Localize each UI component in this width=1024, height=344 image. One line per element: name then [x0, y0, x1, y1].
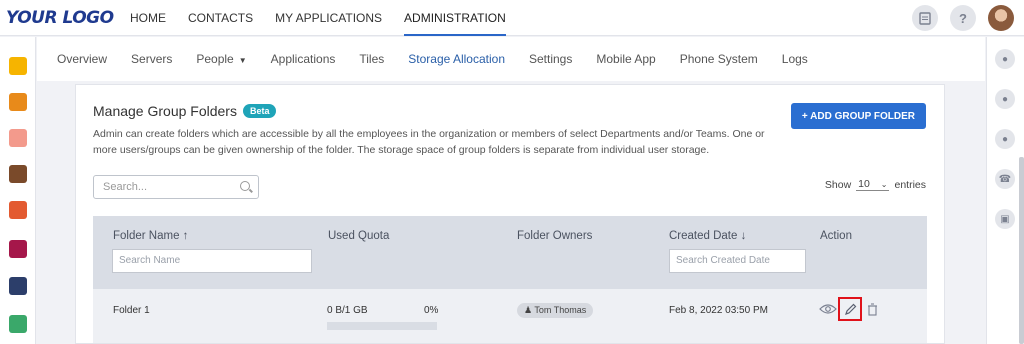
- card-title-text: Manage Group Folders: [93, 103, 237, 119]
- link-app-icon[interactable]: [9, 277, 27, 295]
- top-nav-administration[interactable]: ADMINISTRATION: [404, 0, 506, 36]
- entries-label: entries: [894, 178, 926, 191]
- group-icon[interactable]: ●: [995, 129, 1015, 149]
- owner-name: Tom Thomas: [534, 305, 587, 315]
- top-nav-my-applications[interactable]: MY APPLICATIONS: [275, 0, 382, 36]
- top-nav-contacts[interactable]: CONTACTS: [188, 0, 253, 36]
- tab-tiles[interactable]: Tiles: [359, 52, 384, 66]
- entries-select-value: 10: [858, 178, 870, 190]
- folder-name-cell[interactable]: Folder 1: [113, 305, 150, 316]
- chevron-down-icon: ⌄: [880, 180, 888, 189]
- sign-app-icon[interactable]: [9, 315, 27, 333]
- phone-icon[interactable]: ☎: [995, 169, 1015, 189]
- tab-logs[interactable]: Logs: [782, 52, 808, 66]
- entries-select[interactable]: 10 ⌄: [856, 178, 890, 191]
- user-icon: ♟: [524, 305, 535, 315]
- quota-progress-bar: [327, 322, 437, 330]
- avatar[interactable]: [988, 5, 1014, 31]
- tab-people-label: People: [196, 52, 234, 66]
- search-name-input[interactable]: Search Name: [112, 249, 312, 273]
- top-right-controls: ?: [900, 5, 1014, 31]
- crm-app-icon[interactable]: [9, 240, 27, 258]
- calendar-app-icon[interactable]: [9, 129, 27, 147]
- top-nav: HOME CONTACTS MY APPLICATIONS ADMINISTRA…: [130, 0, 528, 36]
- tab-storage-allocation[interactable]: Storage Allocation: [408, 52, 505, 66]
- page-title: Manage Group Folders Beta: [93, 103, 277, 119]
- created-date-cell: Feb 8, 2022 03:50 PM: [669, 305, 768, 316]
- table-row: Folder 1 0 B/1 GB 0% ♟ Tom Thomas Feb 8,…: [93, 289, 927, 343]
- card-description: Admin can create folders which are acces…: [93, 128, 765, 156]
- col-folder-owners[interactable]: Folder Owners: [517, 230, 592, 242]
- scrollbar[interactable]: [1019, 157, 1024, 344]
- tab-servers[interactable]: Servers: [131, 52, 172, 66]
- caret-down-icon: ▼: [238, 56, 247, 65]
- quota-percent-cell: 0%: [424, 305, 439, 316]
- tasks-app-icon[interactable]: [9, 165, 27, 183]
- tab-settings[interactable]: Settings: [529, 52, 572, 66]
- search-icon: [240, 181, 250, 191]
- table-header: Folder Name ↑ Used Quota Folder Owners C…: [93, 216, 927, 289]
- used-quota-cell: 0 B/1 GB: [327, 305, 368, 316]
- user-icon[interactable]: ●: [995, 89, 1015, 109]
- col-created-date[interactable]: Created Date ↓: [669, 230, 746, 242]
- view-eye-icon[interactable]: [819, 300, 837, 318]
- entries-selector: Show 10 ⌄ entries: [825, 178, 926, 191]
- edit-pencil-icon[interactable]: [838, 297, 862, 321]
- tab-overview[interactable]: Overview: [57, 52, 107, 66]
- tab-mobile-app[interactable]: Mobile App: [596, 52, 655, 66]
- chat-icon[interactable]: ●: [995, 49, 1015, 69]
- delete-trash-icon[interactable]: [863, 300, 881, 318]
- calendar-check-icon[interactable]: ▣: [995, 209, 1015, 229]
- help-icon[interactable]: ?: [950, 5, 976, 31]
- top-bar: YOUR LOGO HOME CONTACTS MY APPLICATIONS …: [0, 0, 1024, 36]
- clipboard-icon[interactable]: [912, 5, 938, 31]
- right-rail: ● ● ● ☎ ▣: [986, 37, 1024, 344]
- tab-phone-system[interactable]: Phone System: [680, 52, 758, 66]
- brand-logo[interactable]: YOUR LOGO: [6, 8, 114, 28]
- show-label: Show: [824, 178, 852, 191]
- col-action: Action: [820, 230, 852, 242]
- search-created-date-input[interactable]: Search Created Date: [669, 249, 806, 273]
- folder-app-icon[interactable]: [9, 93, 27, 111]
- owner-chip: ♟ Tom Thomas: [517, 303, 594, 318]
- search-placeholder: Search...: [103, 181, 148, 193]
- group-folders-card: Manage Group Folders Beta Admin can crea…: [75, 84, 945, 344]
- col-used-quota[interactable]: Used Quota: [328, 230, 389, 242]
- top-nav-home[interactable]: HOME: [130, 0, 166, 36]
- add-group-folder-button[interactable]: + ADD GROUP FOLDER: [790, 103, 926, 129]
- notes-app-icon[interactable]: [9, 57, 27, 75]
- files-app-icon[interactable]: [9, 201, 27, 219]
- search-input[interactable]: Search...: [93, 175, 259, 199]
- app-rail: [0, 37, 36, 344]
- tab-applications[interactable]: Applications: [271, 52, 336, 66]
- sub-nav: Overview Servers People ▼ Applications Ti…: [37, 37, 985, 81]
- beta-badge: Beta: [242, 104, 277, 118]
- tab-people[interactable]: People ▼: [196, 52, 246, 66]
- col-folder-name[interactable]: Folder Name ↑: [113, 230, 188, 242]
